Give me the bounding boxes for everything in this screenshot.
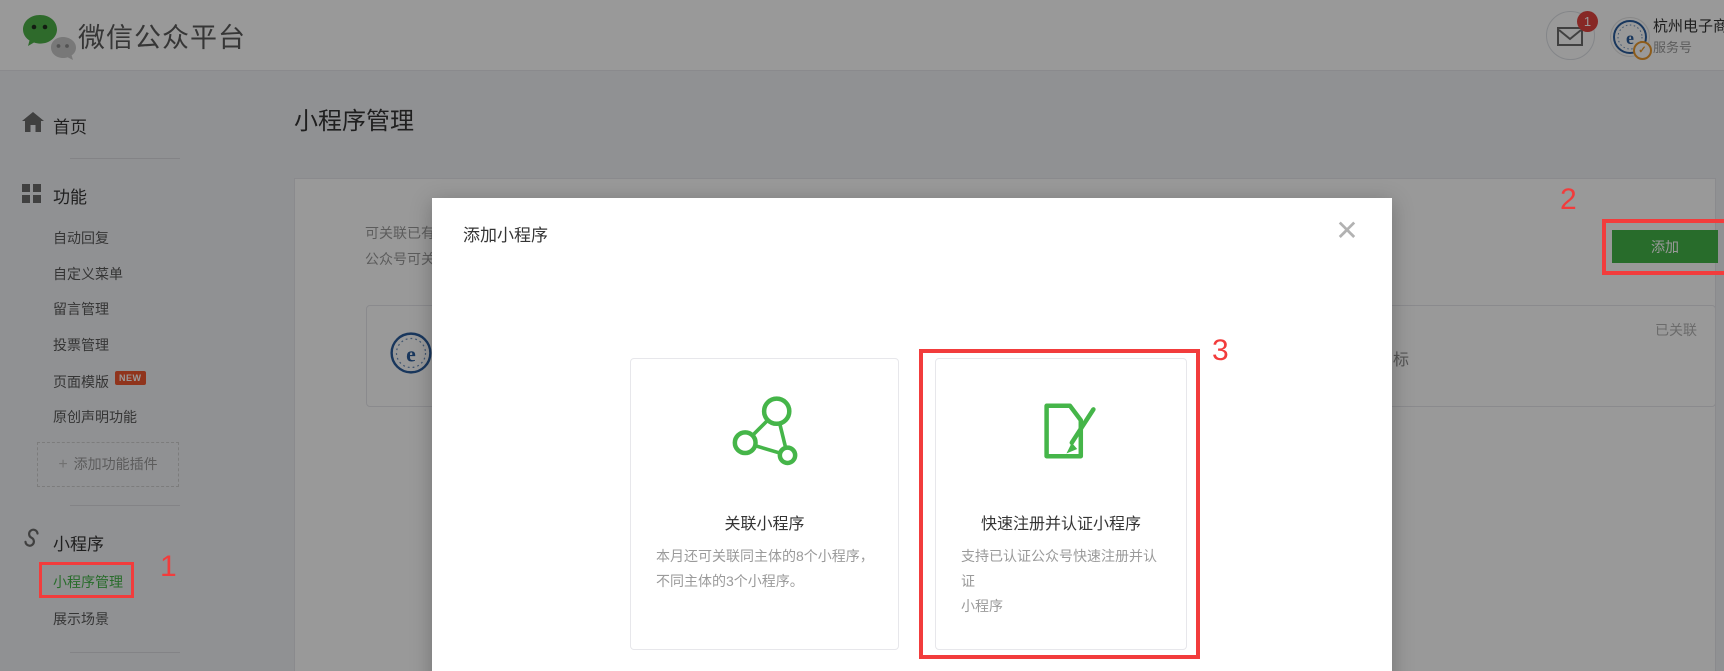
network-link-icon — [720, 385, 810, 477]
annotation-number-3: 3 — [1212, 336, 1229, 366]
card-desc-line2: 不同主体的3个小程序。 — [656, 569, 880, 594]
annotation-number-1: 1 — [160, 552, 177, 582]
wechat-mp-admin-page: 微信公众平台 1 e ✓ 杭州电子商 服务号 首页 功能 自动回复 自定义菜单 — [0, 0, 1724, 671]
annotation-box-step1 — [39, 562, 134, 598]
add-miniprogram-modal: 添加小程序 ✕ 关联小程序 本月还可关联同主体的8个小程序， 不同主体的3个小程… — [432, 198, 1392, 671]
card-description: 本月还可关联同主体的8个小程序， 不同主体的3个小程序。 — [656, 544, 880, 594]
annotation-box-step2 — [1602, 219, 1724, 275]
annotation-box-step3 — [919, 349, 1200, 659]
card-title: 关联小程序 — [631, 510, 898, 534]
modal-title: 添加小程序 — [463, 221, 548, 246]
annotation-number-2: 2 — [1560, 185, 1577, 215]
close-icon[interactable]: ✕ — [1330, 214, 1364, 248]
card-desc-line1: 本月还可关联同主体的8个小程序， — [656, 544, 880, 569]
link-miniprogram-card[interactable]: 关联小程序 本月还可关联同主体的8个小程序， 不同主体的3个小程序。 — [630, 358, 899, 650]
